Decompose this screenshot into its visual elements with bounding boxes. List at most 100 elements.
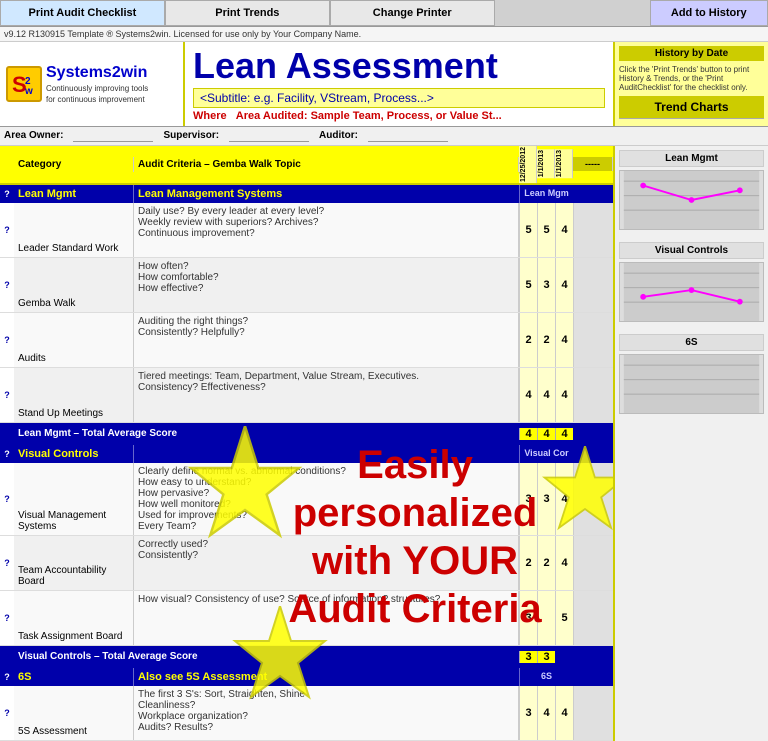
q-mark-row[interactable]: ? [0,368,14,422]
date-col-3: 1/1/2013 [555,149,573,178]
q-mark-row[interactable]: ? [0,686,14,740]
area-audited: Area Audited: Sample Team, Process, or V… [236,110,502,122]
sh-title-lean: Lean Management Systems [134,185,519,203]
section-header-lean: ? Lean Mgmt Lean Management Systems Lean… [0,185,613,203]
cell-score-main [573,313,613,367]
where-row: Where Area Audited: Sample Team, Process… [193,110,605,122]
cell-score-main [573,368,613,422]
license-bar: v9.12 R130915 Template ® Systems2win. Li… [0,27,768,42]
score-dash-header: ----- [573,157,613,171]
sh-label-visual: Visual Cor [519,445,573,463]
q-mark-row[interactable]: ? [0,203,14,257]
logo-area: S 2 w Systems2win Continuously improving… [0,42,185,126]
cell-criteria: Auditing the right things?Consistently? … [134,313,519,367]
change-printer-button[interactable]: Change Printer [330,0,495,26]
cell-criteria: The first 3 S's: Sort, Straighten, Shine… [134,686,519,740]
visual-controls-chart-section: Visual Controls [615,238,768,326]
q-mark-row[interactable]: ? [0,258,14,312]
add-history-button[interactable]: Add to History [650,0,768,26]
cell-score-main [573,686,613,740]
supervisor-label: Supervisor: [163,130,219,142]
total-score-2: 4 [537,428,555,440]
total-label: Lean Mgmt – Total Average Score [14,425,519,442]
q-mark-visual[interactable]: ? [0,445,14,463]
logo-icon: S 2 w [6,66,42,102]
top-nav: Print Audit Checklist Print Trends Chang… [0,0,768,27]
print-trends-button[interactable]: Print Trends [165,0,330,26]
history-note: Click the 'Print Trends' button to print… [619,65,764,92]
content-area: Category Audit Criteria – Gemba Walk Top… [0,146,768,741]
area-owner-label: Area Owner: [4,130,63,142]
table-row: ? Stand Up Meetings Tiered meetings: Tea… [0,368,613,423]
supervisor-value[interactable] [229,130,309,142]
date-history-panel: History by Date Click the 'Print Trends'… [613,42,768,126]
cell-criteria: Daily use? By every leader at every leve… [134,203,519,257]
lean-mgmt-chart-title: Lean Mgmt [619,150,764,167]
cell-cat: Audits [14,313,134,367]
subtitle-row[interactable]: <Subtitle: e.g. Facility, VStream, Proce… [193,88,605,108]
cell-score-1: 3 [519,686,537,740]
sh-extra-lean [573,185,613,203]
lean-mgmt-chart-section: Lean Mgmt [615,146,768,234]
table-area: Category Audit Criteria – Gemba Walk Top… [0,146,613,741]
visual-controls-chart-title: Visual Controls [619,242,764,259]
where-label: Where [193,110,227,122]
q-mark-6s[interactable]: ? [0,668,14,686]
q-mark-row[interactable]: ? [0,536,14,590]
sh-cat-lean: Lean Mgmt [14,185,134,203]
cell-score-1: 2 [519,313,537,367]
sh-title-visual [134,445,519,463]
sh-title-6s: Also see 5S Assessment [134,668,519,686]
cell-cat: Gemba Walk [14,258,134,312]
cell-score-3: 5 [555,591,573,645]
cell-score-3: 4 [555,203,573,257]
fields-row: Area Owner: Supervisor: Auditor: [0,127,768,146]
area-owner-value[interactable] [73,130,153,142]
total-score-1: 3 [519,651,537,663]
total-row-visual: Visual Controls – Total Average Score 3 … [0,646,613,668]
q-mark-lean[interactable]: ? [0,185,14,203]
cell-score-2: 4 [537,686,555,740]
6s-chart-title: 6S [619,334,764,351]
cell-score-2: 2 [537,313,555,367]
6s-chart-section: 6S [615,330,768,418]
cell-criteria: How visual? Consistency of use? Source o… [134,591,519,645]
cell-score-3: 4 [555,313,573,367]
6s-mini-chart [619,354,764,414]
side-panel: Lean Mgmt Visual Controls [613,146,768,741]
lean-mgmt-mini-chart [619,170,764,230]
total-score-1: 4 [519,428,537,440]
cell-score-1: 5 [519,203,537,257]
table-row: ? Audits Auditing the right things?Consi… [0,313,613,368]
cell-criteria: Tiered meetings: Team, Department, Value… [134,368,519,422]
q-mark-row[interactable]: ? [0,313,14,367]
print-audit-button[interactable]: Print Audit Checklist [0,0,165,26]
date-col-2: 1/1/2013 [537,149,555,178]
auditor-value[interactable] [368,130,448,142]
section-lean-mgmt: ? Lean Mgmt Lean Management Systems Lean… [0,185,613,445]
cell-score-3: 4 [555,463,573,535]
sh-label-6s: 6S [519,668,573,686]
sh-cat-6s: 6S [14,668,134,686]
q-mark-row[interactable]: ? [0,463,14,535]
cell-score-main [573,536,613,590]
q-mark-row[interactable]: ? [0,591,14,645]
sh-label-lean: Lean Mgm [519,185,573,203]
logo-sub1: Continuously improving tools [46,84,148,93]
cell-score-2: 3 [537,463,555,535]
table-row: ? 5S Assessment The first 3 S's: Sort, S… [0,686,613,741]
cell-cat: Leader Standard Work [14,203,134,257]
criteria-header: Audit Criteria – Gemba Walk Topic [134,157,519,172]
cell-score-2: 4 [537,368,555,422]
section-header-visual: ? Visual Controls Visual Cor [0,445,613,463]
cat-header: Category [14,157,134,172]
title-area: Lean Assessment <Subtitle: e.g. Facility… [185,42,613,126]
total-label: Visual Controls – Total Average Score [14,648,519,665]
cell-cat: Task Assignment Board [14,591,134,645]
table-row: ? Task Assignment Board How visual? Cons… [0,591,613,646]
cell-score-1: 3 [519,463,537,535]
cell-score-1: 5 [519,258,537,312]
table-row: ? Gemba Walk How often?How comfortable?H… [0,258,613,313]
main-title: Lean Assessment [193,46,605,86]
cell-criteria: Correctly used?Consistently? [134,536,519,590]
